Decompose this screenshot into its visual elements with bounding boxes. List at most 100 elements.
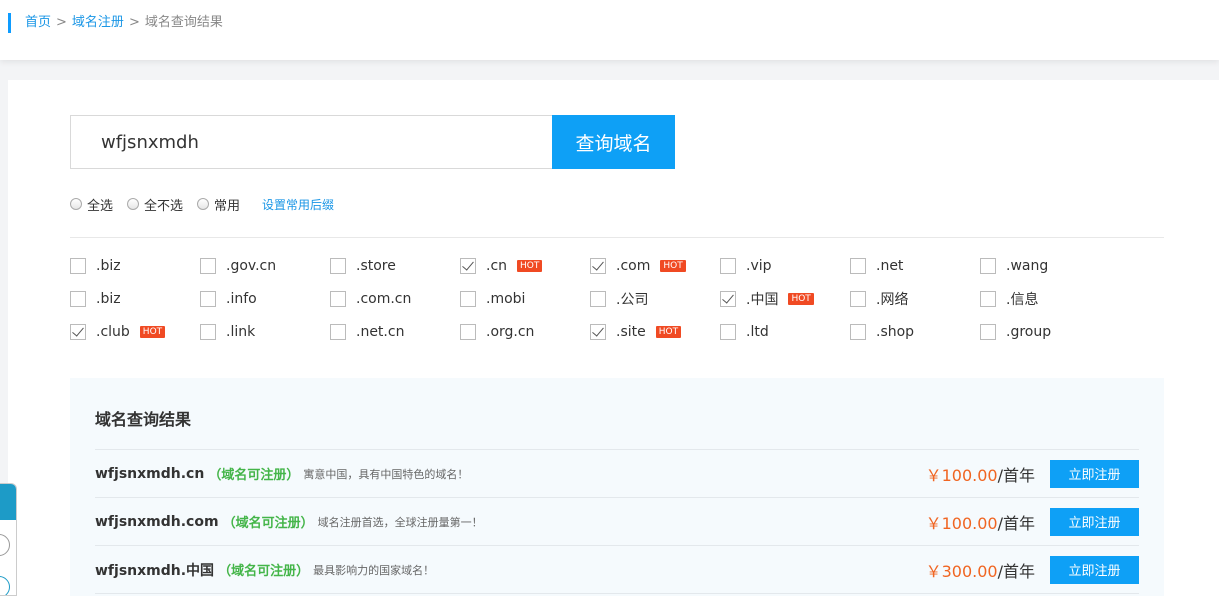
checkbox-icon[interactable]: [850, 324, 866, 340]
select-common-option[interactable]: 常用: [197, 195, 240, 214]
suffix-option[interactable]: .cn HOT: [460, 256, 590, 276]
price-box: ￥100.00/首年: [926, 510, 1035, 534]
checkbox-icon[interactable]: [200, 291, 216, 307]
breadcrumb-home-link[interactable]: 首页: [25, 15, 51, 30]
checkbox-icon[interactable]: [850, 291, 866, 307]
suffix-option[interactable]: .group: [980, 322, 1110, 342]
price: ￥100.00: [925, 513, 998, 533]
divider: [70, 237, 1164, 238]
suffix-option[interactable]: .org.cn: [460, 322, 590, 342]
suffix-option[interactable]: .wang: [980, 256, 1110, 276]
result-row: wfjsnxmdh.com （域名可注册） 域名注册首选，全球注册量第一！ ￥100.…: [95, 498, 1139, 546]
checkbox-icon[interactable]: [460, 324, 476, 340]
suffix-option[interactable]: .biz: [70, 256, 200, 276]
select-all-label: 全选: [87, 198, 114, 214]
hot-badge: HOT: [517, 260, 543, 272]
price: ￥100.00: [925, 465, 998, 485]
suffix-option[interactable]: .中国 HOT: [720, 289, 850, 309]
search-domain-button[interactable]: 查询域名: [552, 115, 675, 169]
suffix-option[interactable]: .site HOT: [590, 322, 720, 342]
checkbox-icon[interactable]: [460, 291, 476, 307]
availability-status: （域名可注册）: [218, 564, 310, 579]
suffix-option[interactable]: .net.cn: [330, 322, 460, 342]
checkbox-icon[interactable]: [330, 324, 346, 340]
suffix-label: .club: [96, 324, 130, 340]
suffix-label: .link: [226, 324, 256, 340]
price-unit: /首年: [997, 513, 1035, 533]
suffix-option[interactable]: .club HOT: [70, 322, 200, 342]
checkbox-checked-icon[interactable]: [590, 324, 606, 340]
suffix-option[interactable]: .公司: [590, 289, 720, 309]
suffix-label: .biz: [96, 291, 121, 307]
select-none-option[interactable]: 全不选: [127, 195, 183, 214]
domain-description: 寓意中国，具有中国特色的域名！: [303, 467, 469, 481]
suffix-label: .ltd: [746, 324, 769, 340]
radio-icon[interactable]: [127, 198, 140, 210]
register-now-button[interactable]: 立即注册: [1050, 555, 1139, 584]
suffix-option[interactable]: .ltd: [720, 322, 850, 342]
results-section: 域名查询结果 wfjsnxmdh.cn （域名可注册） 寓意中国，具有中国特色的域名…: [70, 378, 1164, 596]
chat-icon[interactable]: [0, 534, 10, 556]
suffix-label: .net.cn: [356, 324, 405, 340]
suffix-label: .info: [226, 291, 257, 307]
suffix-label: .vip: [746, 258, 772, 274]
domain-search-input[interactable]: [70, 115, 552, 169]
suffix-option[interactable]: .信息: [980, 289, 1110, 309]
checkbox-icon[interactable]: [330, 291, 346, 307]
suffix-row: .biz .info .com.cn .mobi .公司 .中国 HOT .网络 .信息: [70, 289, 1170, 322]
hot-badge: HOT: [660, 260, 686, 272]
checkbox-icon[interactable]: [980, 324, 996, 340]
suffix-label: .gov.cn: [226, 258, 277, 274]
breadcrumb-separator: >: [56, 15, 67, 30]
radio-icon[interactable]: [197, 198, 210, 210]
suffix-option[interactable]: .com.cn: [330, 289, 460, 309]
checkbox-icon[interactable]: [980, 258, 996, 274]
suffix-option[interactable]: .mobi: [460, 289, 590, 309]
suffix-option[interactable]: .net: [850, 256, 980, 276]
checkbox-icon[interactable]: [330, 258, 346, 274]
suffix-option[interactable]: .link: [200, 322, 330, 342]
breadcrumb-register-link[interactable]: 域名注册: [72, 15, 124, 30]
phone-icon[interactable]: [0, 576, 10, 595]
suffix-option[interactable]: .shop: [850, 322, 980, 342]
domain-search-panel: 查询域名 全选 全不选 常用 设置常用后缀 .biz .gov.cn .store.…: [8, 80, 1219, 596]
suffix-row: .biz .gov.cn .store .cn HOT .com HOT .vip .net .w…: [70, 256, 1170, 289]
select-none-label: 全不选: [144, 198, 184, 214]
suffix-option[interactable]: .网络: [850, 289, 980, 309]
checkbox-checked-icon[interactable]: [460, 258, 476, 274]
suffix-option[interactable]: .store: [330, 256, 460, 276]
checkbox-icon[interactable]: [70, 258, 86, 274]
register-now-button[interactable]: 立即注册: [1050, 507, 1139, 536]
checkbox-checked-icon[interactable]: [70, 324, 86, 340]
checkbox-icon[interactable]: [200, 258, 216, 274]
register-now-button[interactable]: 立即注册: [1050, 459, 1139, 488]
suffix-row: .club HOT .link .net.cn .org.cn .site HOT .ltd.…: [70, 322, 1170, 355]
availability-status: （域名可注册）: [222, 516, 314, 531]
suffix-option[interactable]: .biz: [70, 289, 200, 309]
checkbox-icon[interactable]: [590, 291, 606, 307]
select-all-option[interactable]: 全选: [70, 195, 113, 214]
breadcrumb: 首页 > 域名注册 > 域名查询结果: [8, 13, 223, 33]
radio-icon[interactable]: [70, 198, 82, 210]
floating-service-widget[interactable]: [0, 483, 17, 596]
hot-badge: HOT: [655, 326, 682, 338]
checkbox-icon[interactable]: [200, 324, 216, 340]
suffix-option[interactable]: .vip: [720, 256, 850, 276]
checkbox-icon[interactable]: [70, 291, 86, 307]
search-bar: 查询域名: [70, 115, 675, 169]
domain-description: 最具影响力的国家域名！: [313, 563, 435, 577]
checkbox-checked-icon[interactable]: [720, 291, 736, 307]
checkbox-icon[interactable]: [720, 258, 736, 274]
set-common-suffix-link[interactable]: 设置常用后缀: [262, 196, 334, 213]
suffix-label: .com.cn: [356, 291, 412, 307]
widget-header: [0, 484, 16, 520]
checkbox-checked-icon[interactable]: [590, 258, 606, 274]
price: ￥300.00: [925, 561, 998, 581]
suffix-option[interactable]: .info: [200, 289, 330, 309]
suffix-label: .org.cn: [486, 324, 535, 340]
checkbox-icon[interactable]: [980, 291, 996, 307]
checkbox-icon[interactable]: [850, 258, 866, 274]
suffix-option[interactable]: .gov.cn: [200, 256, 330, 276]
suffix-option[interactable]: .com HOT: [590, 256, 720, 276]
checkbox-icon[interactable]: [720, 324, 736, 340]
